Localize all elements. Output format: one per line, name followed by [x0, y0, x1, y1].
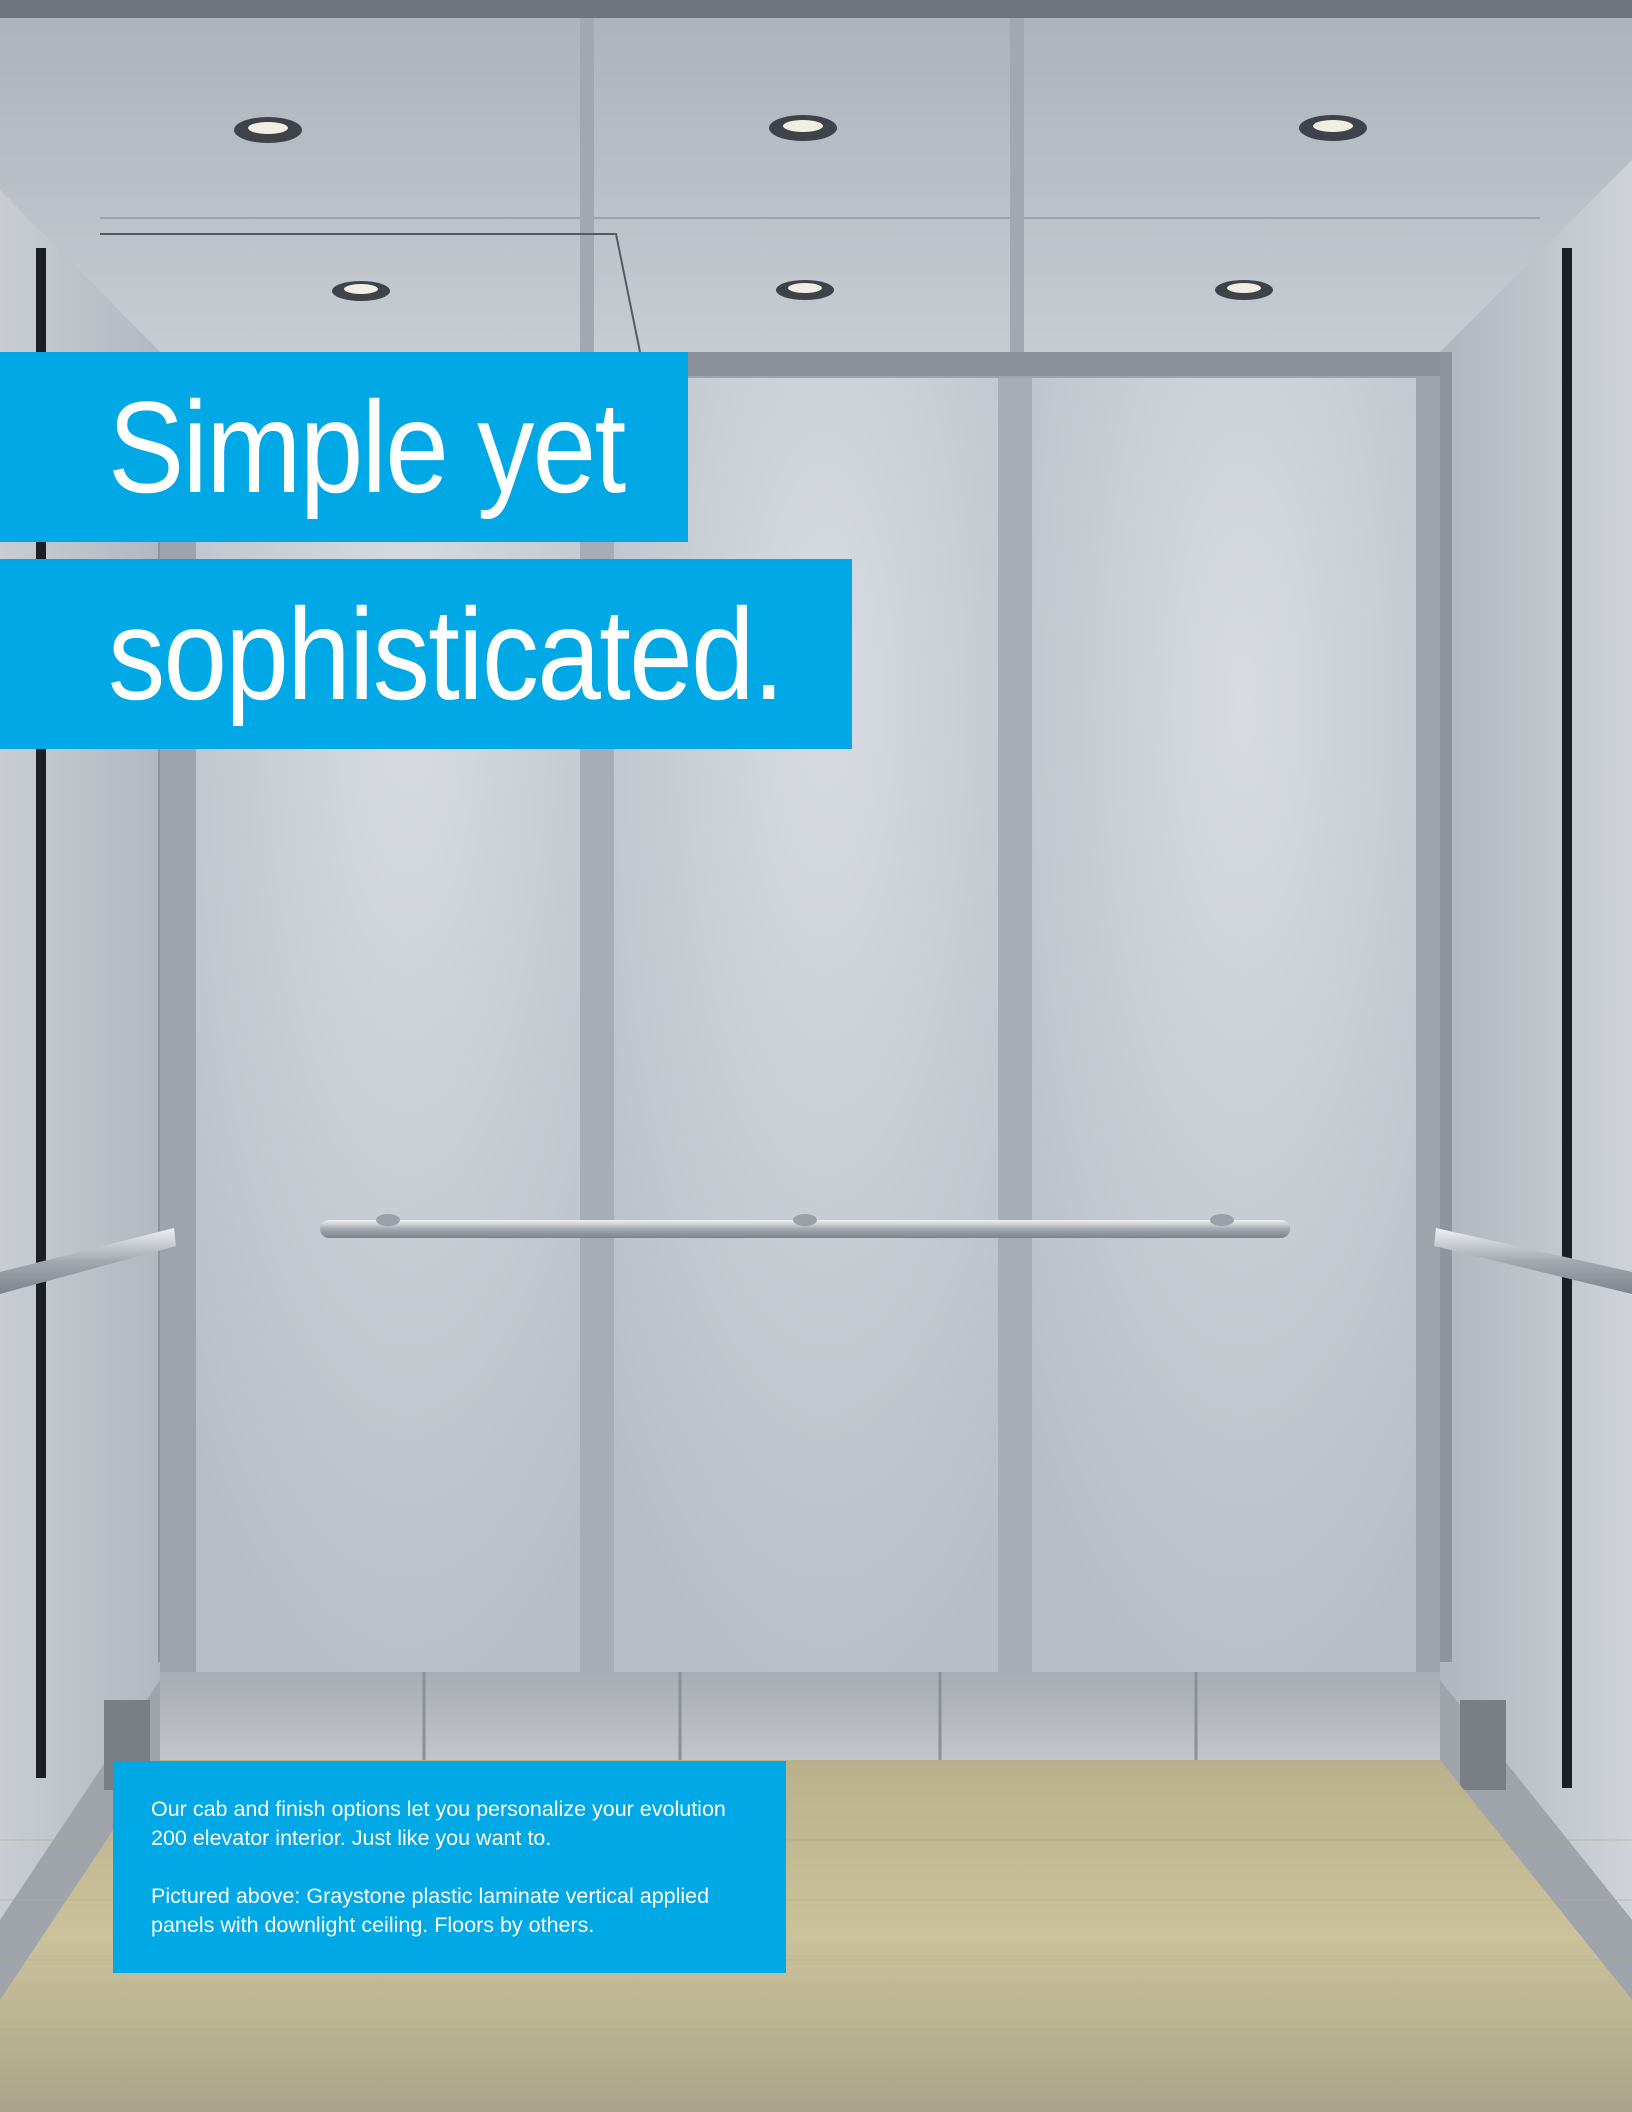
caption-box: Our cab and finish options let you perso… [113, 1761, 786, 1973]
headline-line-2: sophisticated. [0, 559, 852, 749]
headline-text-2: sophisticated. [108, 581, 785, 727]
headline-line-1: Simple yet [0, 352, 688, 542]
caption-paragraph-1: Our cab and finish options let you perso… [151, 1797, 726, 1850]
headline-text-1: Simple yet [108, 374, 626, 520]
caption-paragraph-2: Pictured above: Graystone plastic lamina… [151, 1884, 710, 1937]
